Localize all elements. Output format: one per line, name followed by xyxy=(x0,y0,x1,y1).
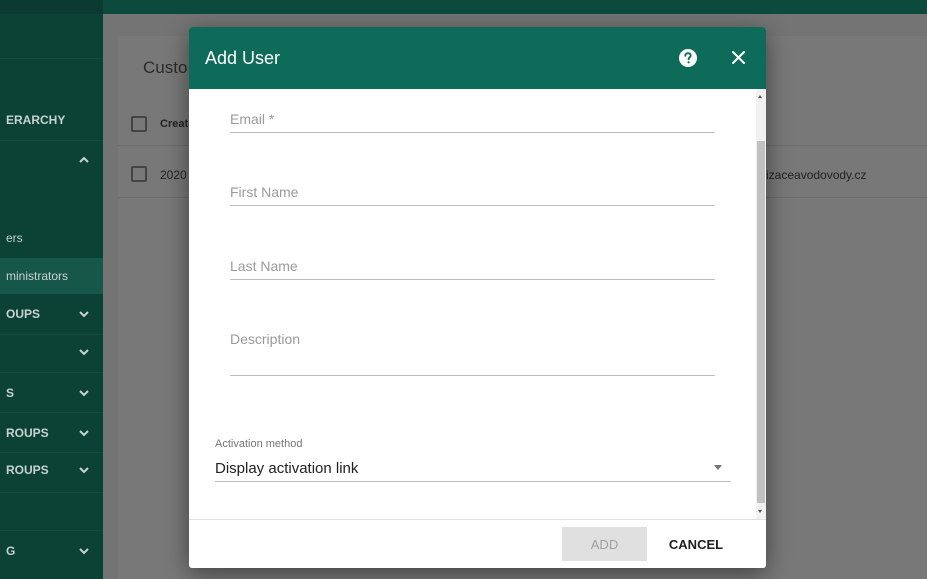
dialog-header: Add User xyxy=(189,27,766,89)
sidebar-collapse-toggle[interactable] xyxy=(0,150,103,170)
add-button[interactable]: ADD xyxy=(562,527,647,561)
sidebar-item-hierarchy[interactable]: ERARCHY xyxy=(0,110,103,130)
sidebar-item-label: ROUPS xyxy=(6,426,49,440)
activation-method-label: Activation method xyxy=(215,438,303,450)
sidebar-item-label: ROUPS xyxy=(6,463,49,477)
cancel-button[interactable]: CANCEL xyxy=(655,527,737,561)
select-all-checkbox[interactable] xyxy=(131,116,147,132)
chevron-down-icon xyxy=(79,430,89,437)
sidebar-item-label: G xyxy=(6,544,16,558)
sidebar-item-groups[interactable]: OUPS xyxy=(0,304,103,324)
dialog-footer-divider xyxy=(189,519,766,520)
sidebar-item-label: ers xyxy=(6,231,23,245)
chevron-down-icon xyxy=(79,467,89,474)
dropdown-arrow-icon[interactable] xyxy=(714,465,722,470)
sidebar-divider xyxy=(0,140,103,141)
last-name-field[interactable]: Last Name xyxy=(230,258,715,288)
table-cell-email: izaceavodovody.cz xyxy=(766,168,867,182)
chevron-up-icon xyxy=(79,156,89,163)
top-bar-left xyxy=(0,0,103,14)
chevron-down-icon xyxy=(79,349,89,356)
sidebar-divider xyxy=(0,58,103,59)
sidebar-item-label: S xyxy=(6,386,15,400)
sidebar-divider xyxy=(0,530,103,531)
first-name-underline xyxy=(230,205,715,206)
first-name-label: First Name xyxy=(230,184,299,200)
row-checkbox[interactable] xyxy=(131,166,147,182)
sidebar-divider xyxy=(0,412,103,413)
description-field[interactable]: Description xyxy=(230,331,715,377)
sidebar-item-s[interactable]: S xyxy=(0,383,103,403)
help-icon[interactable] xyxy=(679,49,697,67)
dialog-title: Add User xyxy=(205,48,281,68)
first-name-field[interactable]: First Name xyxy=(230,184,715,214)
activation-method-select[interactable]: Display activation link xyxy=(215,460,358,477)
sidebar-divider xyxy=(0,334,103,335)
sidebar-item-label: ministrators xyxy=(6,269,69,283)
top-bar xyxy=(0,0,927,14)
sidebar-item-unnamed[interactable] xyxy=(0,342,103,362)
sidebar-divider xyxy=(0,452,103,453)
sidebar-item-users[interactable]: ers xyxy=(0,228,103,248)
chevron-down-icon xyxy=(79,390,89,397)
sidebar xyxy=(0,14,103,579)
sidebar-item-roups-2[interactable]: ROUPS xyxy=(0,460,103,480)
chevron-down-icon xyxy=(79,548,89,555)
sidebar-divider xyxy=(0,372,103,373)
table-cell-date: 2020 xyxy=(160,168,187,182)
description-underline xyxy=(230,375,715,376)
email-field[interactable]: Email * xyxy=(230,111,715,141)
last-name-underline xyxy=(230,279,715,280)
table-header-cell: Creat xyxy=(160,118,189,130)
scroll-up-icon[interactable] xyxy=(758,95,762,98)
sidebar-item-label: OUPS xyxy=(6,307,41,321)
last-name-label: Last Name xyxy=(230,258,298,274)
sidebar-item-administrators[interactable]: ministrators xyxy=(0,266,103,286)
sidebar-item-roups-1[interactable]: ROUPS xyxy=(0,423,103,443)
sidebar-item-label: ERARCHY xyxy=(6,113,66,127)
email-underline xyxy=(230,132,715,133)
description-label: Description xyxy=(230,331,301,347)
sidebar-item-g[interactable]: G xyxy=(0,541,103,561)
page-title: Custo xyxy=(143,58,188,77)
dialog-scrollbar[interactable] xyxy=(756,89,766,519)
add-user-dialog: Add User Email * First Name Last Name De… xyxy=(189,27,766,568)
scrollbar-thumb[interactable] xyxy=(757,141,765,503)
email-label: Email * xyxy=(230,111,275,127)
activation-method-underline xyxy=(215,481,731,482)
close-icon[interactable] xyxy=(730,49,747,66)
chevron-down-icon xyxy=(79,311,89,318)
scroll-down-icon[interactable] xyxy=(758,510,762,513)
sidebar-divider xyxy=(0,492,103,493)
